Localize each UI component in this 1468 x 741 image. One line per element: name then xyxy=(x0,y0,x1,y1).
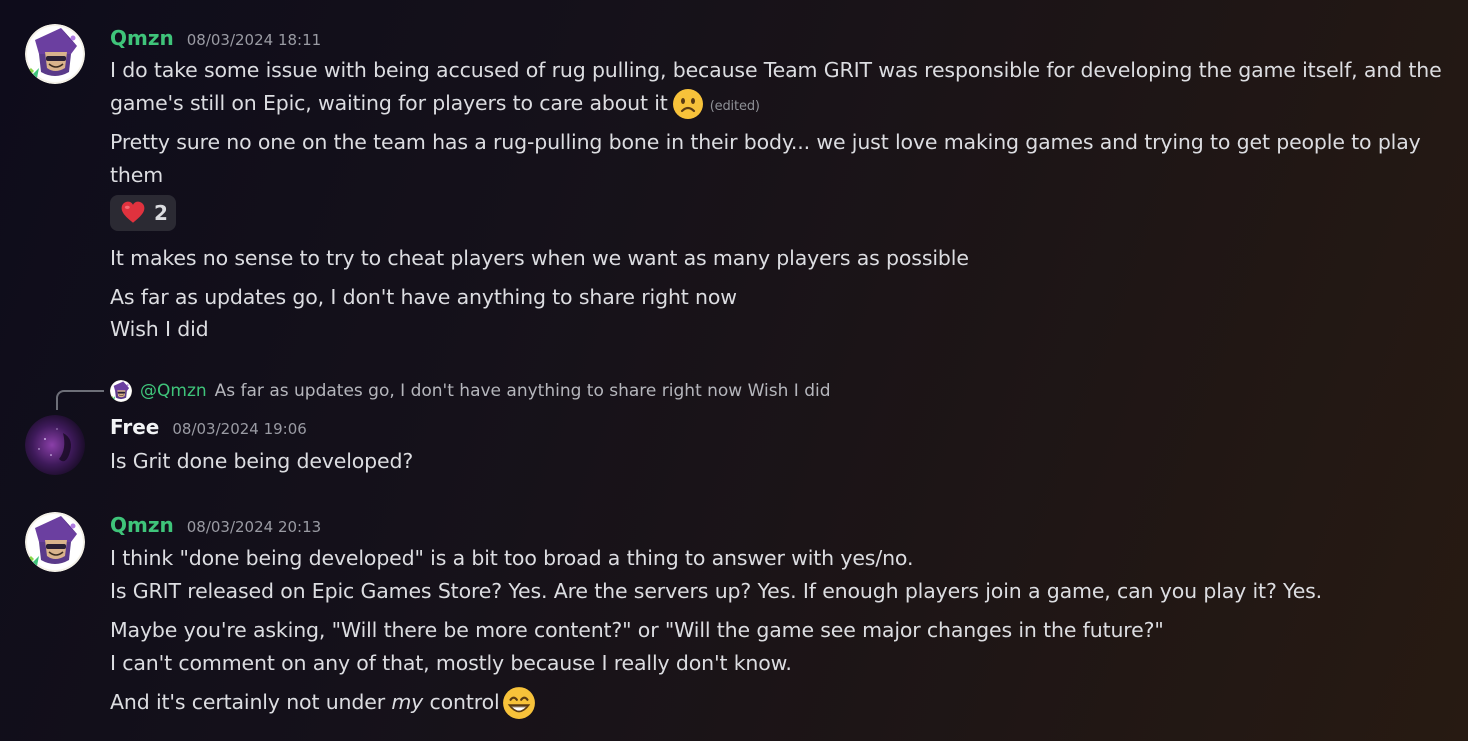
grinning-face-emoji-icon xyxy=(502,686,536,720)
user-avatar-qmzn[interactable] xyxy=(25,512,85,572)
reply-reference[interactable]: @Qmzn As far as updates go, I don't have… xyxy=(110,380,831,402)
wizard-avatar-icon xyxy=(110,380,132,402)
message-text-segment: control xyxy=(423,690,500,714)
timestamp[interactable]: 08/03/2024 20:13 xyxy=(187,518,321,536)
user-avatar-free[interactable] xyxy=(25,415,85,475)
message-text: I think "done being developed" is a bit … xyxy=(110,546,914,570)
wizard-avatar-icon xyxy=(25,24,85,84)
timestamp[interactable]: 08/03/2024 19:06 xyxy=(172,420,306,438)
purple-space-avatar-icon xyxy=(25,415,85,475)
username[interactable]: Qmzn xyxy=(110,26,174,50)
italic-text: my xyxy=(391,690,424,714)
reaction-count: 2 xyxy=(154,201,168,225)
message-text: And it's certainly not under my control xyxy=(110,686,536,720)
frowning-face-emoji-icon xyxy=(672,88,704,120)
message-text-segment: game's still on Epic, waiting for player… xyxy=(110,91,668,115)
message-text: Is GRIT released on Epic Games Store? Ye… xyxy=(110,579,1323,603)
username[interactable]: Qmzn xyxy=(110,513,174,537)
message-text: Maybe you're asking, "Will there be more… xyxy=(110,618,1164,642)
message-text: As far as updates go, I don't have anyth… xyxy=(110,285,737,309)
message-header: Qmzn 08/03/2024 18:11 xyxy=(110,26,321,50)
message-text: Is Grit done being developed? xyxy=(110,449,414,473)
message-text: It makes no sense to try to cheat player… xyxy=(110,246,969,270)
message-text: Pretty sure no one on the team has a rug… xyxy=(110,130,1421,154)
user-avatar-qmzn[interactable] xyxy=(25,24,85,84)
username[interactable]: Free xyxy=(110,415,159,439)
heart-reaction-button[interactable]: 2 xyxy=(110,195,176,231)
edited-label: (edited) xyxy=(709,99,760,114)
message-text: I do take some issue with being accused … xyxy=(110,58,1442,82)
message-header: Qmzn 08/03/2024 20:13 xyxy=(110,513,321,537)
message-text-segment: And it's certainly not under xyxy=(110,690,392,714)
message-header: Free 08/03/2024 19:06 xyxy=(110,415,307,439)
reply-connector xyxy=(56,390,104,410)
wizard-avatar-icon xyxy=(25,512,85,572)
message-text: Wish I did xyxy=(110,317,209,341)
message-text: I can't comment on any of that, mostly b… xyxy=(110,651,792,675)
message-text: them xyxy=(110,163,164,187)
reply-preview[interactable]: As far as updates go, I don't have anyth… xyxy=(215,381,831,401)
timestamp[interactable]: 08/03/2024 18:11 xyxy=(187,31,321,49)
reply-mention[interactable]: @Qmzn xyxy=(140,381,207,401)
red-heart-emoji-icon xyxy=(120,200,146,226)
reply-avatar xyxy=(110,380,132,402)
message-text: game's still on Epic, waiting for player… xyxy=(110,87,760,123)
